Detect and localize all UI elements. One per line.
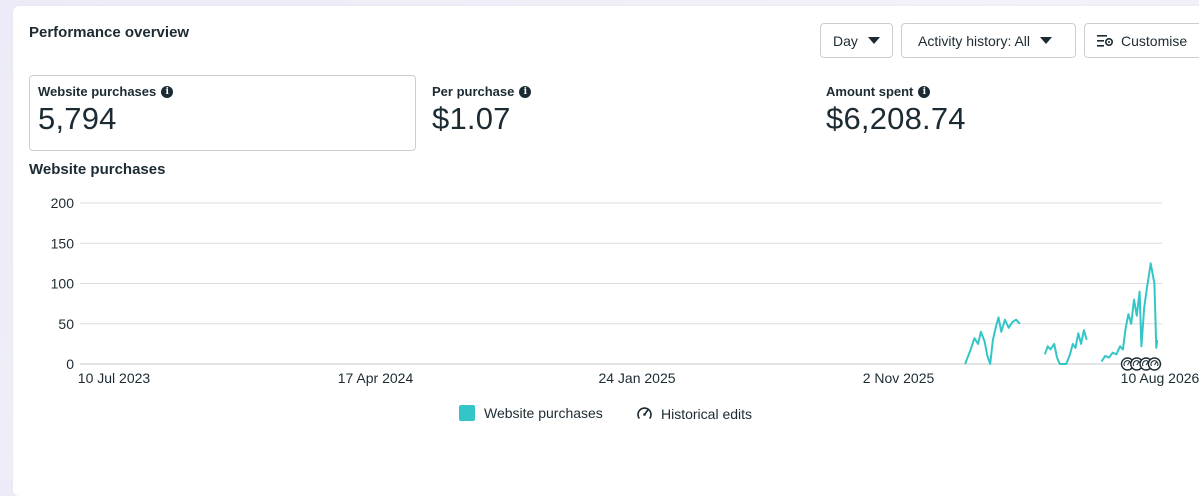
y-tick-label: 50 — [58, 316, 74, 332]
y-tick-label: 150 — [51, 235, 75, 251]
y-tick-label: 0 — [66, 356, 74, 372]
purchases-line-chart: 0 50 100 150 200 10 Jul 2023 17 Apr 2024 24 Jan… — [51, 195, 1199, 386]
y-tick-label: 100 — [51, 276, 75, 292]
x-tick-label: 10 Aug 2026 — [1121, 370, 1199, 386]
y-tick-label: 200 — [51, 195, 75, 211]
series-line — [1043, 329, 1088, 365]
legend-label: Website purchases — [484, 405, 603, 421]
x-tick-label: 2 Nov 2025 — [863, 370, 935, 386]
x-tick-label: 17 Apr 2024 — [338, 370, 414, 386]
series-line — [964, 316, 1021, 365]
legend-website-purchases[interactable]: Website purchases — [459, 405, 603, 421]
gauge-icon — [637, 407, 652, 419]
legend-label: Historical edits — [661, 405, 753, 422]
x-tick-label: 10 Jul 2023 — [78, 370, 151, 386]
x-tick-label: 24 Jan 2025 — [598, 370, 675, 386]
series-swatch — [459, 405, 475, 421]
historical-edit-marker[interactable] — [1147, 357, 1162, 371]
legend-historical-edits[interactable]: Historical edits — [636, 405, 752, 422]
series-line — [1100, 262, 1159, 363]
